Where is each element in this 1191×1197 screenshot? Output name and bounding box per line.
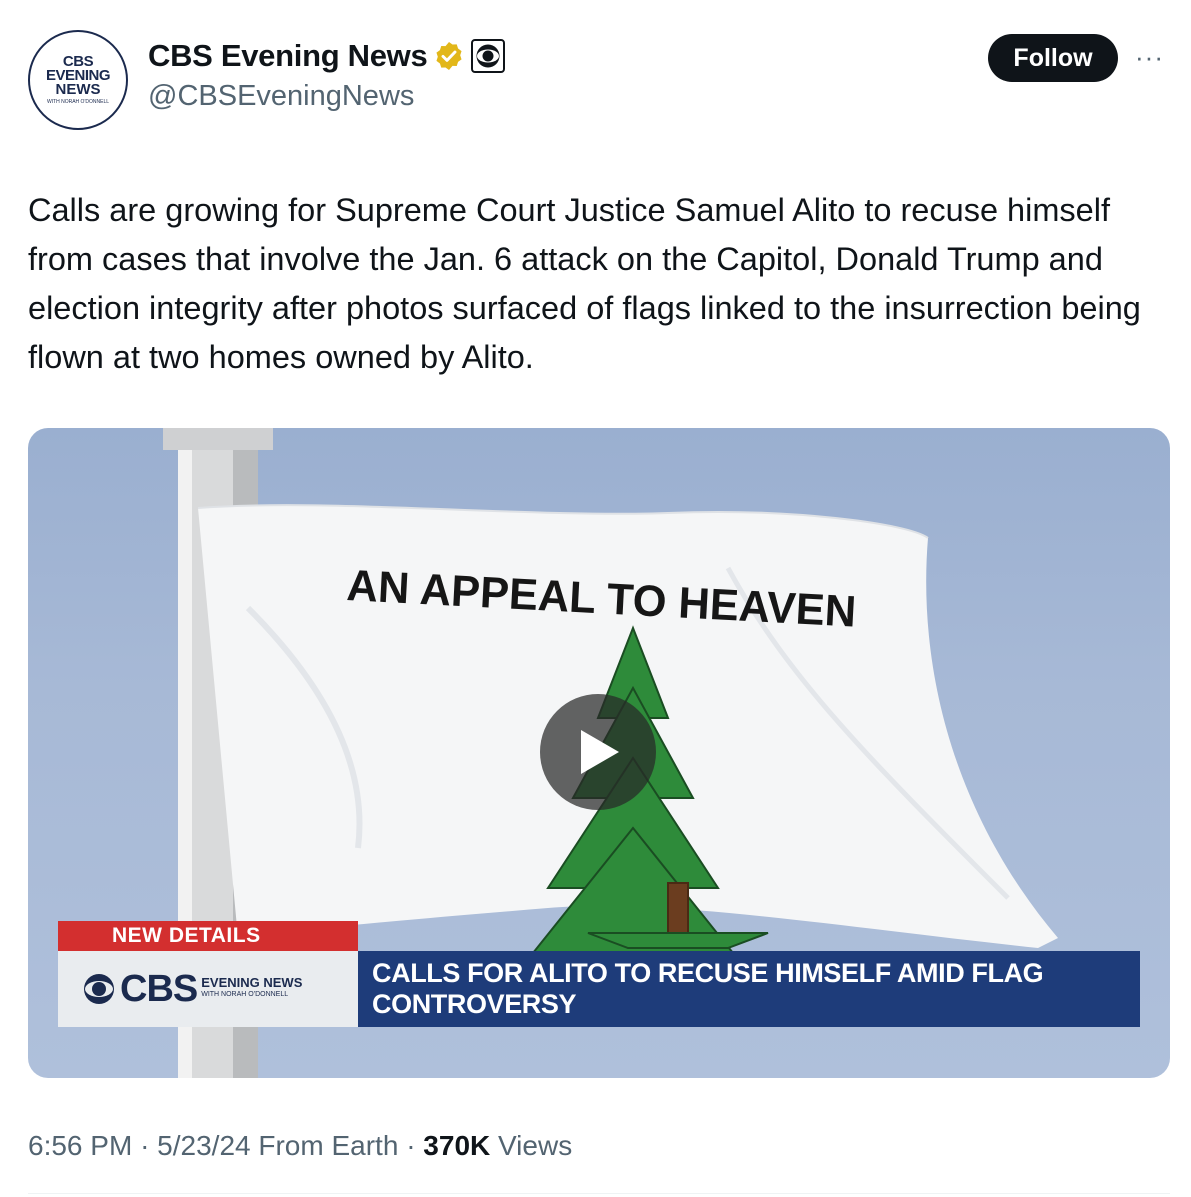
lower-third-logo-sub2: WITH NORAH O'DONNELL xyxy=(201,991,289,998)
tweet-date[interactable]: 5/23/24 xyxy=(157,1130,250,1161)
cbs-eye-affiliation-icon[interactable] xyxy=(471,39,506,73)
play-button[interactable] xyxy=(540,694,656,810)
lower-third-label: NEW DETAILS xyxy=(58,921,358,951)
play-icon xyxy=(581,730,619,774)
views-count: 370K xyxy=(423,1130,491,1161)
tweet-time[interactable]: 6:56 PM xyxy=(28,1130,132,1161)
divider xyxy=(28,1193,1170,1194)
author-handle[interactable]: @CBSEveningNews xyxy=(148,80,414,113)
tweet-meta: 6:56 PM · 5/23/24 From Earth · 370K View… xyxy=(28,1130,572,1162)
lower-third-logo: CBS EVENING NEWS WITH NORAH O'DONNELL xyxy=(58,951,358,1027)
meta-separator: · xyxy=(406,1130,424,1161)
cbs-eye-icon xyxy=(84,974,114,1004)
meta-separator: · xyxy=(140,1130,158,1161)
views-label: Views xyxy=(498,1130,573,1161)
display-name[interactable]: CBS Evening News xyxy=(148,38,428,74)
avatar-line-4: WITH NORAH O'DONNELL xyxy=(46,99,110,105)
lower-third-logo-text: CBS xyxy=(120,967,198,1010)
tweet-source: From Earth xyxy=(258,1130,399,1161)
lower-third-headline: CALLS FOR ALITO TO RECUSE HIMSELF AMID F… xyxy=(358,951,1140,1027)
svg-text:AN APPEAL TO HEAVEN: AN APPEAL TO HEAVEN xyxy=(345,561,857,637)
author-name-row: CBS Evening News xyxy=(148,38,506,74)
lower-third-logo-sub1: EVENING NEWS xyxy=(201,975,303,990)
follow-button[interactable]: Follow xyxy=(988,34,1118,82)
verified-badge-icon[interactable] xyxy=(433,40,465,72)
more-options-icon[interactable]: ··· xyxy=(1135,42,1164,73)
avatar-line-3: NEWS xyxy=(55,81,101,98)
avatar[interactable]: CBS EVENING NEWS WITH NORAH O'DONNELL xyxy=(28,30,128,130)
tweet-text: Calls are growing for Supreme Court Just… xyxy=(28,192,1141,375)
